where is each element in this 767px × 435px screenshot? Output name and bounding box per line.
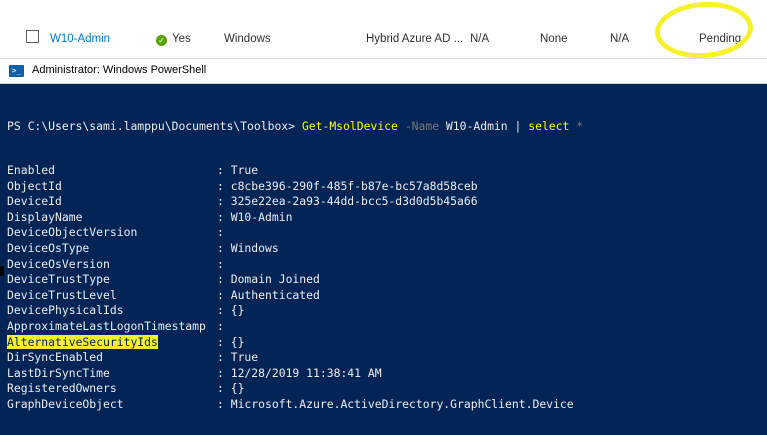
property-name: GraphDeviceObject [7,397,124,411]
property-value: : {} [217,303,245,318]
property-name: RegisteredOwners [7,381,117,396]
prompt-path: PS C:\Users\sami.lamppu\Documents\Toolbo… [7,119,296,133]
property-name: ObjectId [7,178,62,193]
property-name: DisplayName [7,209,83,224]
property-name: Enabled [7,163,56,177]
cmdlet-text: Get-MsolDevice [301,119,398,133]
property-value: : True [217,350,259,365]
left-edge-mark [0,266,4,276]
compliant-cell: N/A [610,33,630,45]
property-name: ApproximateLastLogonTimestamp [7,319,206,333]
enabled-value: Yes [172,33,191,45]
property-value: : [217,225,224,240]
property-value: : Authenticated [217,287,320,302]
powershell-titlebar[interactable]: >_ Administrator: Windows PowerShell [0,59,767,84]
property-name: AlternativeSecurityIds [7,334,158,349]
property-value: : {} [217,381,245,396]
join-type-cell: Hybrid Azure AD ... [366,33,464,45]
property-name: DeviceObjectVersion [7,225,138,240]
property-name: DeviceOsType [7,241,90,255]
property-value: : Domain Joined [217,272,320,287]
property-value: : c8cbe396-290f-485f-b87e-bc57a8d58ceb [217,178,478,193]
device-list-row[interactable]: W10-Admin ✓ Yes Windows Hybrid Azure AD .… [0,0,767,62]
property-value: : 12/28/2019 11:38:41 AM [217,365,382,380]
device-name-link[interactable]: W10-Admin [50,33,110,45]
mdm-cell: None [540,33,568,45]
enabled-cell: ✓ Yes [156,33,191,46]
pipe-text: | [514,119,522,133]
os-cell: Windows [224,33,271,45]
property-name: DeviceTrustLevel [7,287,117,302]
check-circle-icon: ✓ [156,35,167,46]
console-output[interactable]: PS C:\Users\sami.lamppu\Documents\Toolbo… [7,83,767,435]
property-value: : 325e22ea-2a93-44dd-bcc5-d3d0d5b45a66 [217,194,478,209]
property-value: : Microsoft.Azure.ActiveDirectory.GraphC… [217,397,574,411]
arg-text: W10-Admin [445,119,508,133]
powershell-icon: >_ [9,65,24,77]
property-value: : W10-Admin [217,209,293,224]
property-name: LastDirSyncTime [7,365,110,380]
param-text: -Name [404,119,440,133]
property-value: : Windows [217,241,279,255]
property-value: : {} [217,334,245,349]
property-value: : [217,256,224,271]
property-value: : True [217,163,259,177]
property-name: DeviceOsVersion [7,256,110,271]
property-value: : [217,319,224,333]
row-checkbox[interactable] [26,30,39,43]
yellow-highlight-circle [653,0,755,62]
property-name: DevicePhysicalIds [7,303,124,318]
powershell-window[interactable]: >_ Administrator: Windows PowerShell PS … [0,59,767,435]
property-name: DirSyncEnabled [7,350,104,365]
property-name: DeviceId [7,194,62,209]
owner-cell: N/A [470,33,490,45]
select-arg-text: * [576,119,584,133]
property-name: DeviceTrustType [7,272,110,287]
command-line: PS C:\Users\sami.lamppu\Documents\Toolbo… [7,119,583,133]
select-text: select [528,119,570,133]
window-title: Administrator: Windows PowerShell [32,64,207,76]
